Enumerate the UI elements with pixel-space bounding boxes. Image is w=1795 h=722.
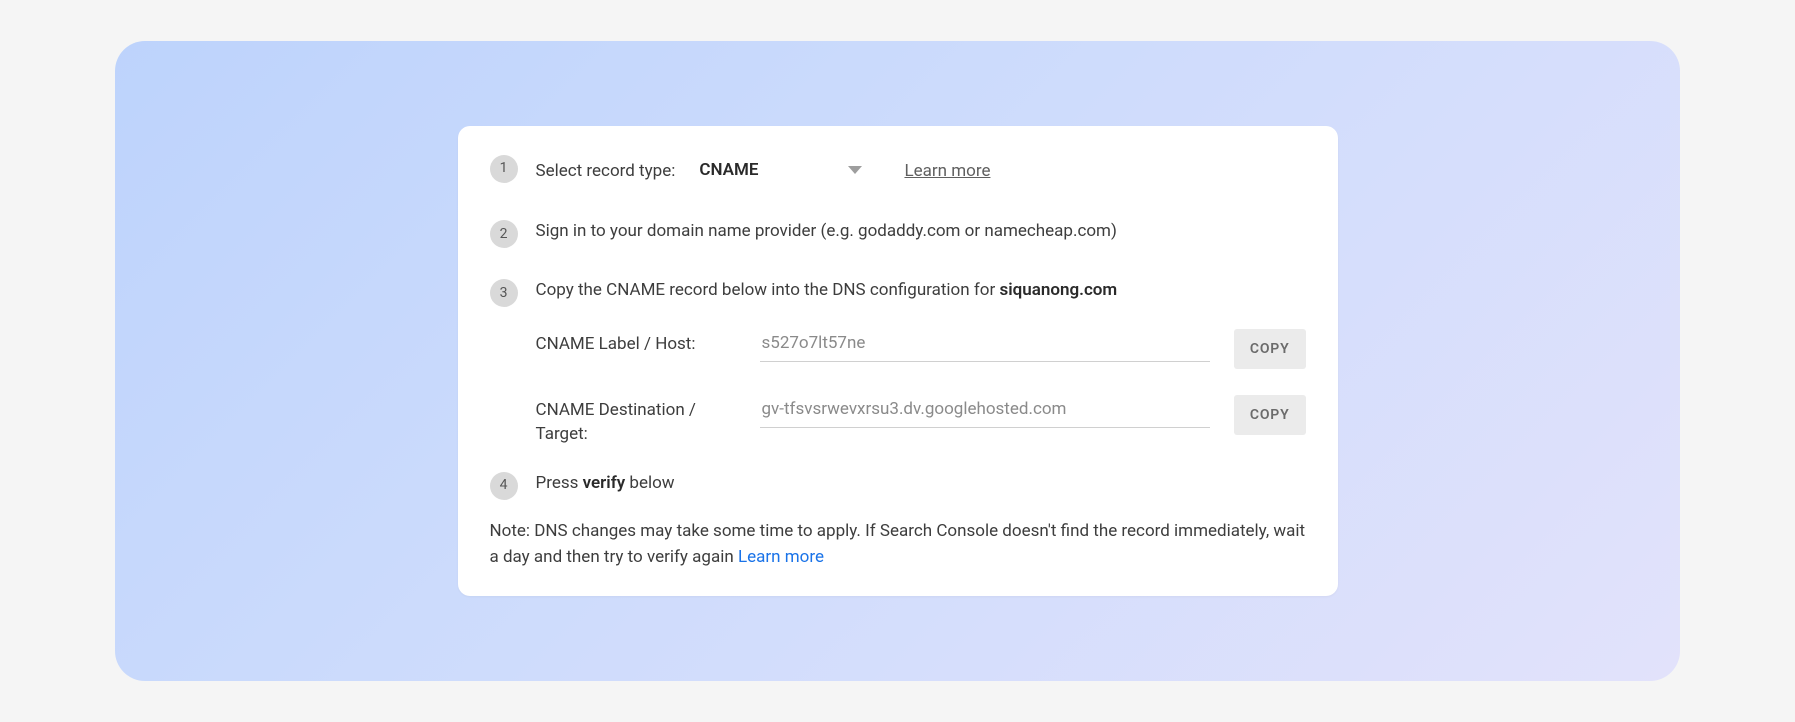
learn-more-link-top[interactable]: Learn more: [904, 159, 990, 185]
copy-destination-button[interactable]: COPY: [1234, 395, 1306, 435]
note-text: Note: DNS changes may take some time to …: [490, 521, 1306, 567]
step-3-row: 3 Copy the CNAME record below into the D…: [490, 278, 1306, 307]
copy-label-button[interactable]: COPY: [1234, 329, 1306, 369]
cname-label-row: CNAME Label / Host: COPY: [536, 329, 1306, 369]
step-1-row: 1 Select record type: CNAME Learn more: [490, 154, 1306, 190]
record-type-select[interactable]: CNAME: [697, 154, 868, 190]
note-text-block: Note: DNS changes may take some time to …: [490, 518, 1306, 571]
step-3-badge: 3: [490, 279, 518, 307]
step-4-prefix: Press: [536, 473, 583, 493]
step-4-row: 4 Press verify below: [490, 471, 1306, 500]
step-3-domain: siquanong.com: [999, 280, 1117, 300]
dns-verification-card: 1 Select record type: CNAME Learn more 2…: [458, 126, 1338, 597]
record-type-value: CNAME: [699, 158, 758, 184]
step-2-row: 2 Sign in to your domain name provider (…: [490, 219, 1306, 248]
step-4-suffix: below: [625, 473, 674, 493]
cname-destination-input[interactable]: [760, 395, 1210, 428]
step-1-label: Select record type:: [536, 159, 676, 185]
step-3-text: Copy the CNAME record below into the DNS…: [536, 280, 1000, 300]
step-1-badge: 1: [490, 155, 518, 183]
chevron-down-icon: [848, 166, 862, 174]
cname-fields: CNAME Label / Host: COPY CNAME Destinati…: [536, 329, 1306, 447]
cname-label-host-label: CNAME Label / Host:: [536, 329, 736, 357]
cname-label-host-input[interactable]: [760, 329, 1210, 362]
step-4-bold: verify: [583, 473, 626, 493]
cname-destination-row: CNAME Destination / Target: COPY: [536, 395, 1306, 447]
learn-more-link-bottom[interactable]: Learn more: [738, 547, 824, 567]
step-4-badge: 4: [490, 472, 518, 500]
step-2-text: Sign in to your domain name provider (e.…: [536, 219, 1117, 245]
background-frame: 1 Select record type: CNAME Learn more 2…: [115, 41, 1680, 681]
step-2-badge: 2: [490, 220, 518, 248]
cname-destination-label: CNAME Destination / Target:: [536, 395, 736, 447]
